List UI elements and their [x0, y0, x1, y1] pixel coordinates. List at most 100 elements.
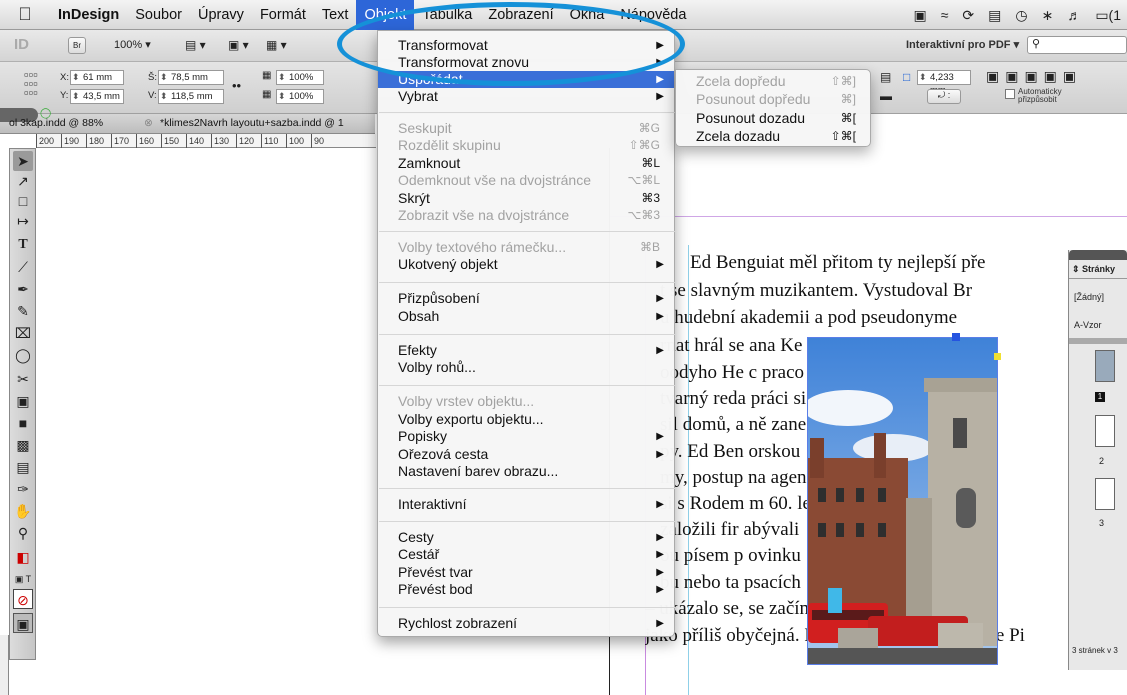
- bridge-icon[interactable]: Br: [68, 37, 86, 54]
- menu-item[interactable]: Ukotvený objekt ▶: [378, 256, 674, 273]
- menu-item-label: Rychlost zobrazení: [398, 615, 518, 631]
- arrange-documents-icon[interactable]: ▦ ▾: [266, 38, 287, 52]
- submenu-item[interactable]: Zcela dozadu ⇧⌘[: [676, 128, 870, 145]
- menu-item[interactable]: Zamknout ⌘L: [378, 155, 674, 172]
- menu-item[interactable]: Převést bod ▶: [378, 581, 674, 598]
- note-tool-icon[interactable]: ▤: [13, 457, 33, 477]
- display-icon[interactable]: ▤: [988, 7, 1001, 24]
- menu-item[interactable]: Volby exportu objektu...: [378, 411, 674, 428]
- frame-handle-corner[interactable]: [994, 353, 1001, 360]
- menu-format[interactable]: Formát: [252, 0, 314, 30]
- line-tool-icon[interactable]: ⟋: [13, 257, 33, 277]
- gap-tool-icon[interactable]: ↦: [13, 211, 33, 231]
- adobe-icon[interactable]: ▣: [913, 7, 926, 24]
- selection-tool-icon[interactable]: ➤: [13, 151, 33, 171]
- tab-close-icon[interactable]: ⊗: [144, 117, 153, 129]
- screen-mode-normal-icon[interactable]: ▣: [13, 613, 33, 633]
- menu-item[interactable]: Cestář ▶: [378, 546, 674, 563]
- menu-item[interactable]: Vybrat ▶: [378, 88, 674, 105]
- menu-upravy[interactable]: Úpravy: [190, 0, 252, 30]
- zoom-tool-icon[interactable]: ⚲: [13, 523, 33, 543]
- workspace-select[interactable]: Interaktivní pro PDF ▾: [906, 38, 1019, 51]
- pages-splitter[interactable]: [1069, 338, 1127, 344]
- page-thumb-3[interactable]: [1095, 478, 1115, 510]
- page-thumb-2[interactable]: [1095, 415, 1115, 447]
- gradient-feather-tool-icon[interactable]: ▩: [13, 435, 33, 455]
- menu-item[interactable]: Ořezová cesta ▶: [378, 446, 674, 463]
- apple-icon[interactable]: : [0, 4, 50, 25]
- submenu-item[interactable]: Posunout dozadu ⌘[: [676, 110, 870, 127]
- hand-tool-icon[interactable]: ✋: [13, 501, 33, 521]
- direct-selection-tool-icon[interactable]: ↗: [13, 171, 33, 191]
- master-none[interactable]: [Žádný]: [1074, 292, 1104, 302]
- volume-icon[interactable]: ♬: [1067, 7, 1081, 23]
- search-input[interactable]: ⚲: [1027, 36, 1127, 54]
- page-tool-icon[interactable]: □: [13, 191, 33, 211]
- menu-item[interactable]: Přizpůsobení ▶: [378, 290, 674, 307]
- menu-item[interactable]: Převést tvar ▶: [378, 564, 674, 581]
- menu-text[interactable]: Text: [314, 0, 357, 30]
- formatting-affects-icon[interactable]: ▣ T: [13, 569, 33, 589]
- screen-mode-icon[interactable]: ▣ ▾: [228, 38, 249, 52]
- fill-stroke-icon[interactable]: ◧: [13, 547, 33, 567]
- scale-x-field[interactable]: 100%: [276, 70, 324, 85]
- menu-item[interactable]: Popisky ▶: [378, 428, 674, 445]
- view-options-icon[interactable]: ▤ ▾: [185, 38, 206, 52]
- x-field[interactable]: 61 mm: [70, 70, 124, 85]
- menu-item[interactable]: Rychlost zobrazení ▶: [378, 615, 674, 632]
- type-tool-icon[interactable]: T: [13, 235, 33, 255]
- scale-y-field[interactable]: 100%: [276, 89, 324, 104]
- master-a[interactable]: A-Vzor: [1074, 320, 1102, 330]
- width-field[interactable]: 78,5 mm: [158, 70, 224, 85]
- tab-document-2[interactable]: *klimes2Navrh layoutu+sazba.indd @ 1: [160, 117, 344, 129]
- menu-item-label: Cesty: [398, 529, 434, 545]
- constrain-proportions-icon[interactable]: ••: [232, 78, 241, 93]
- stroke-type-icon: ▬: [880, 89, 892, 103]
- pages-panel: ⇕ Stránky [Žádný] A-Vzor 1 2 3 3 stránek…: [1068, 250, 1127, 670]
- menu-item: Seskupit ⌘G: [378, 120, 674, 137]
- menu-app[interactable]: InDesign: [50, 0, 127, 30]
- battery-icon[interactable]: ▭(1: [1095, 7, 1121, 24]
- menu-item[interactable]: Efekty ▶: [378, 342, 674, 359]
- time-machine-icon[interactable]: ◷: [1015, 7, 1027, 24]
- bluetooth-icon[interactable]: ∗: [1042, 7, 1054, 24]
- frame-handle-top[interactable]: [952, 333, 960, 341]
- rectangle-frame-tool-icon[interactable]: ⌧: [13, 323, 33, 343]
- sync-icon[interactable]: ⟳: [962, 7, 974, 24]
- wifi-icon[interactable]: ≈: [941, 7, 949, 23]
- selected-image-frame[interactable]: [807, 337, 998, 665]
- menu-item[interactable]: Skrýt ⌘3: [378, 190, 674, 207]
- menu-soubor[interactable]: Soubor: [127, 0, 190, 30]
- free-transform-tool-icon[interactable]: ▣: [13, 391, 33, 411]
- tab-document-1[interactable]: ol 3kap.indd @ 88%: [9, 117, 103, 129]
- auto-fit-checkbox[interactable]: [1005, 89, 1015, 99]
- height-field[interactable]: 118,5 mm: [158, 89, 224, 104]
- menu-item-shortcut: ⌘B: [639, 240, 660, 254]
- horizontal-ruler-left: 200 190 180 170 160 150 140 130 120 110 100 90: [36, 134, 376, 148]
- page-thumb-1[interactable]: [1095, 350, 1115, 382]
- reference-point-icon[interactable]: ▫▫▫ ▫▫▫ ▫▫▫: [24, 68, 38, 99]
- stroke-style-select[interactable]: ⤾ :: [927, 89, 961, 104]
- pen-tool-icon[interactable]: ✒: [13, 279, 33, 299]
- scissors-tool-icon[interactable]: ✂: [13, 369, 33, 389]
- pages-panel-header[interactable]: [1069, 250, 1127, 260]
- menu-item-label: Rozdělit skupinu: [398, 137, 501, 153]
- ellipse-tool-icon[interactable]: ◯: [13, 345, 33, 365]
- menu-item[interactable]: Interaktivní ▶: [378, 496, 674, 513]
- pencil-tool-icon[interactable]: ✎: [13, 301, 33, 321]
- menu-item[interactable]: Nastavení barev obrazu...: [378, 463, 674, 480]
- stroke-weight-field[interactable]: 4,233 mm: [917, 70, 971, 96]
- gradient-swatch-tool-icon[interactable]: ■: [13, 413, 33, 433]
- fitting-buttons-icon[interactable]: ▣▣▣▣▣: [986, 68, 1082, 85]
- pages-panel-title[interactable]: ⇕ Stránky: [1072, 264, 1115, 275]
- ruler-tick-label: 170: [111, 134, 136, 148]
- submenu-arrow-icon: ▶: [656, 91, 664, 102]
- submenu-item-shortcut: ⇧⌘]: [830, 74, 856, 88]
- eyedropper-tool-icon[interactable]: ✑: [13, 479, 33, 499]
- menu-item[interactable]: Cesty ▶: [378, 529, 674, 546]
- menu-item[interactable]: Obsah ▶: [378, 308, 674, 325]
- y-field[interactable]: 43,5 mm: [70, 89, 124, 104]
- apply-none-icon[interactable]: ⊘: [13, 589, 33, 609]
- zoom-select[interactable]: 100% ▾: [114, 38, 151, 51]
- menu-item[interactable]: Volby rohů...: [378, 359, 674, 376]
